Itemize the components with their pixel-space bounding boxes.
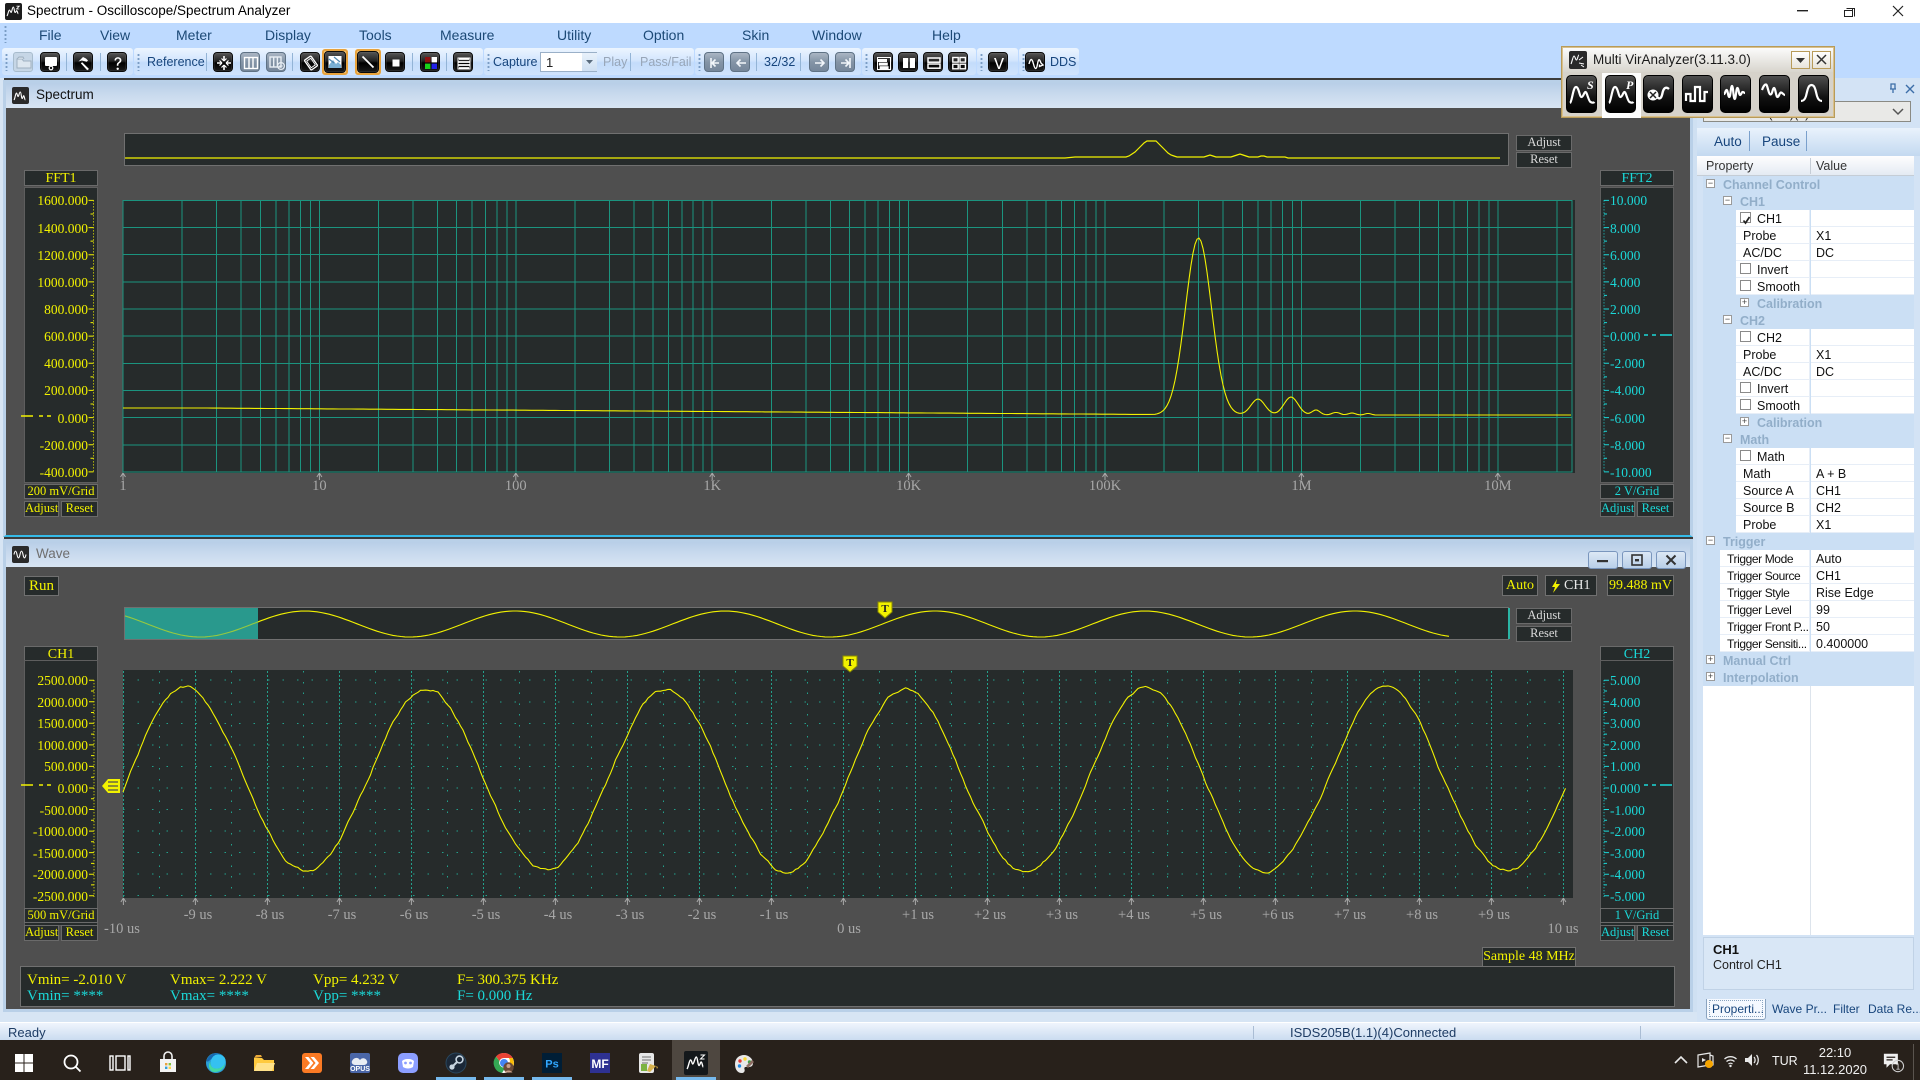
svg-text:T: T	[846, 657, 854, 669]
svg-text:1: 1	[1896, 1063, 1900, 1072]
svg-text:S: S	[1587, 78, 1594, 92]
svg-text:OPUS: OPUS	[350, 1066, 370, 1073]
svg-text:Ps: Ps	[545, 1059, 558, 1071]
svg-text:MF: MF	[591, 1057, 608, 1071]
svg-text:P: P	[1626, 78, 1634, 92]
